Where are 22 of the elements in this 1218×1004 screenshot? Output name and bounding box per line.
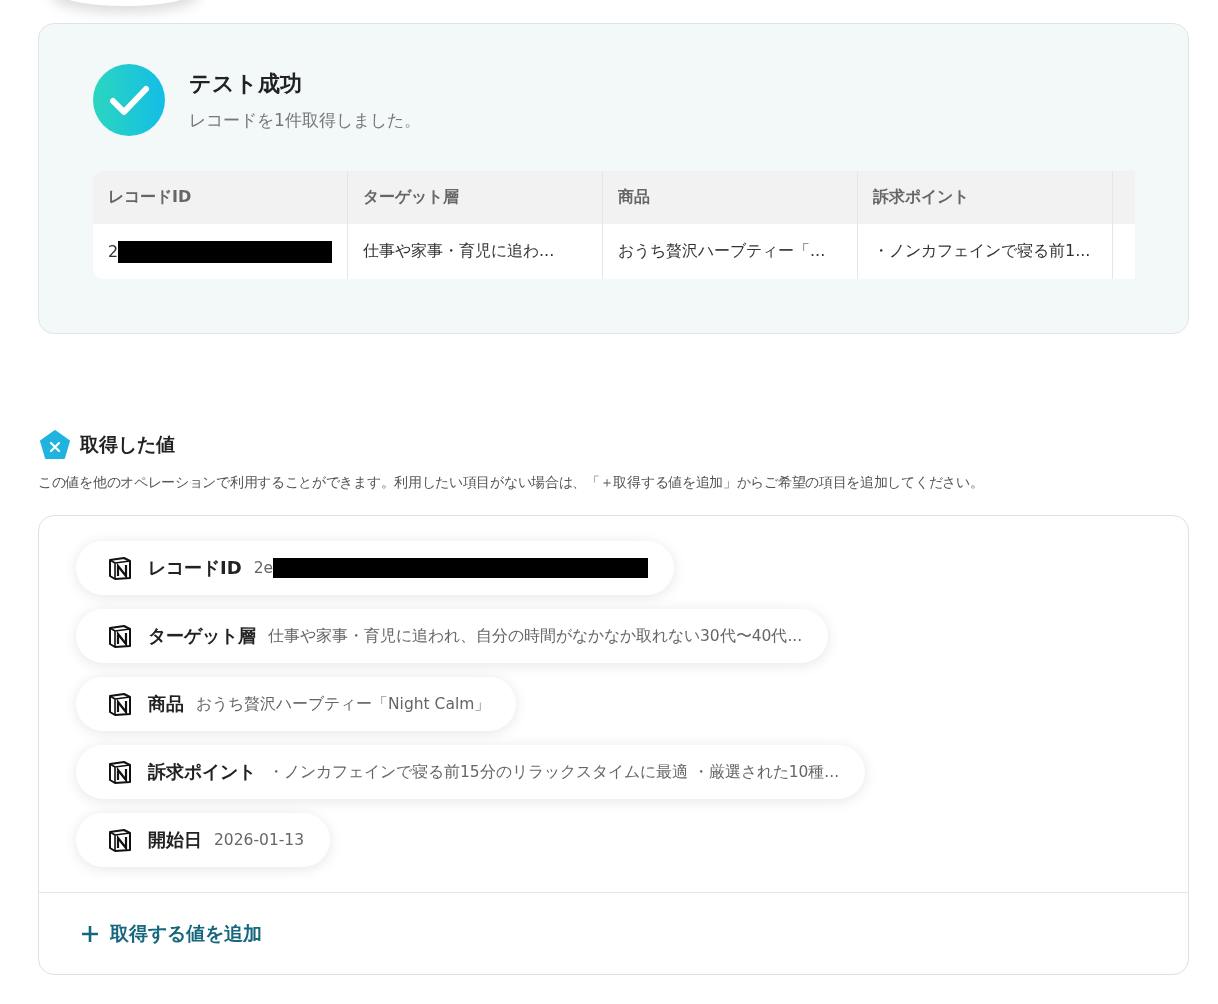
value-chip[interactable]: 商品 おうち贅沢ハーブティー「Night Calm」: [76, 677, 517, 731]
result-message: レコードを1件取得しました。: [189, 108, 421, 132]
cube-icon: [108, 624, 132, 648]
check-icon: [93, 64, 165, 136]
value-chip[interactable]: 訴求ポイント ・ノンカフェインで寝る前15分のリラックスタイムに最適 ・厳選された10種...: [76, 745, 866, 799]
add-value-button[interactable]: 取得する値を追加: [80, 916, 262, 951]
table-cell: 2: [108, 242, 119, 261]
plus-icon: [80, 923, 100, 944]
table-cell: おうち贅沢ハーブティー「...: [618, 241, 826, 262]
cube-icon: [108, 556, 132, 580]
section-description: この値を他のオペレーションで利用することができます。利用したい項目がない場合は、「＋取得する値を追加」からご希望の項目を追加してください。: [38, 474, 985, 492]
table-cell: ・ノンカフェインで寝る前1...: [873, 241, 1091, 262]
section-title: 取得した値: [80, 432, 175, 457]
table-cell: 仕事や家事・育児に追わ...: [363, 241, 555, 262]
result-title: テスト成功: [189, 69, 303, 98]
value-chip[interactable]: ターゲット層 仕事や家事・育児に追われ、自分の時間がなかなか取れない30代〜40代...: [76, 609, 829, 663]
value-chip[interactable]: 開始日 2026-01-13: [76, 813, 331, 867]
pentagon-icon: [40, 430, 70, 460]
cube-icon: [108, 828, 132, 852]
cube-icon: [108, 692, 132, 716]
cube-icon: [108, 760, 132, 784]
value-chip[interactable]: レコードID 2e: [76, 541, 675, 595]
